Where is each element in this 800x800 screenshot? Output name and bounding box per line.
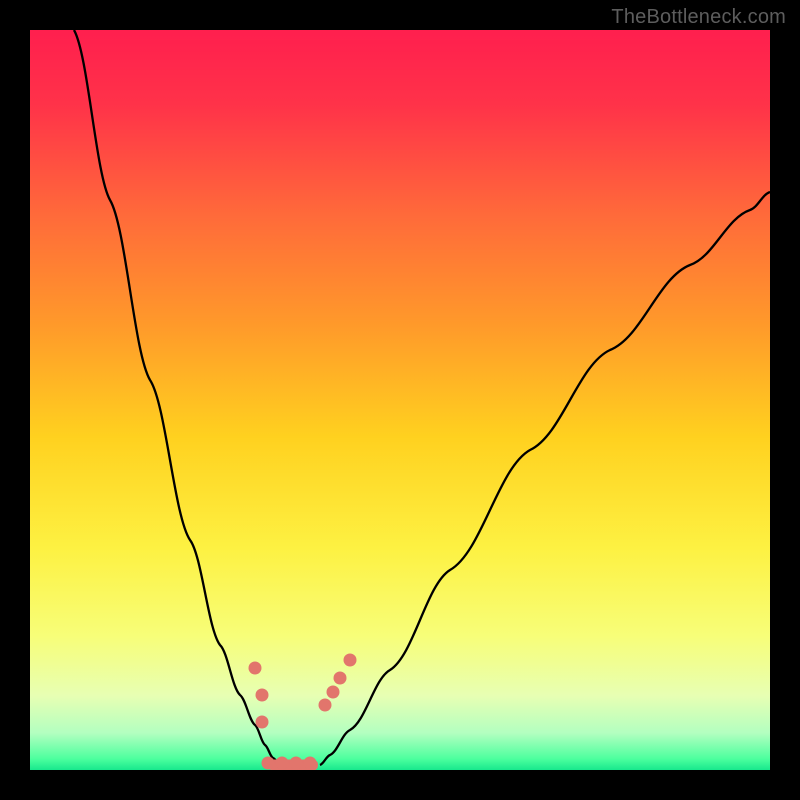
marker-dot (290, 757, 303, 770)
marker-dot (262, 757, 275, 770)
marker-dot (319, 699, 332, 712)
watermark-text: TheBottleneck.com (611, 6, 786, 29)
marker-dot (344, 654, 357, 667)
marker-dot (276, 757, 289, 770)
marker-dot (327, 686, 340, 699)
marker-dot (334, 672, 347, 685)
plot-area (30, 30, 770, 770)
marker-dot (256, 689, 269, 702)
left-curve (74, 30, 280, 765)
chart-frame: TheBottleneck.com (0, 0, 800, 800)
curves-layer (30, 30, 770, 770)
marker-dot (304, 757, 317, 770)
marker-dots (249, 654, 357, 770)
right-curve (320, 192, 770, 765)
marker-dot (249, 662, 262, 675)
marker-dot (256, 716, 269, 729)
